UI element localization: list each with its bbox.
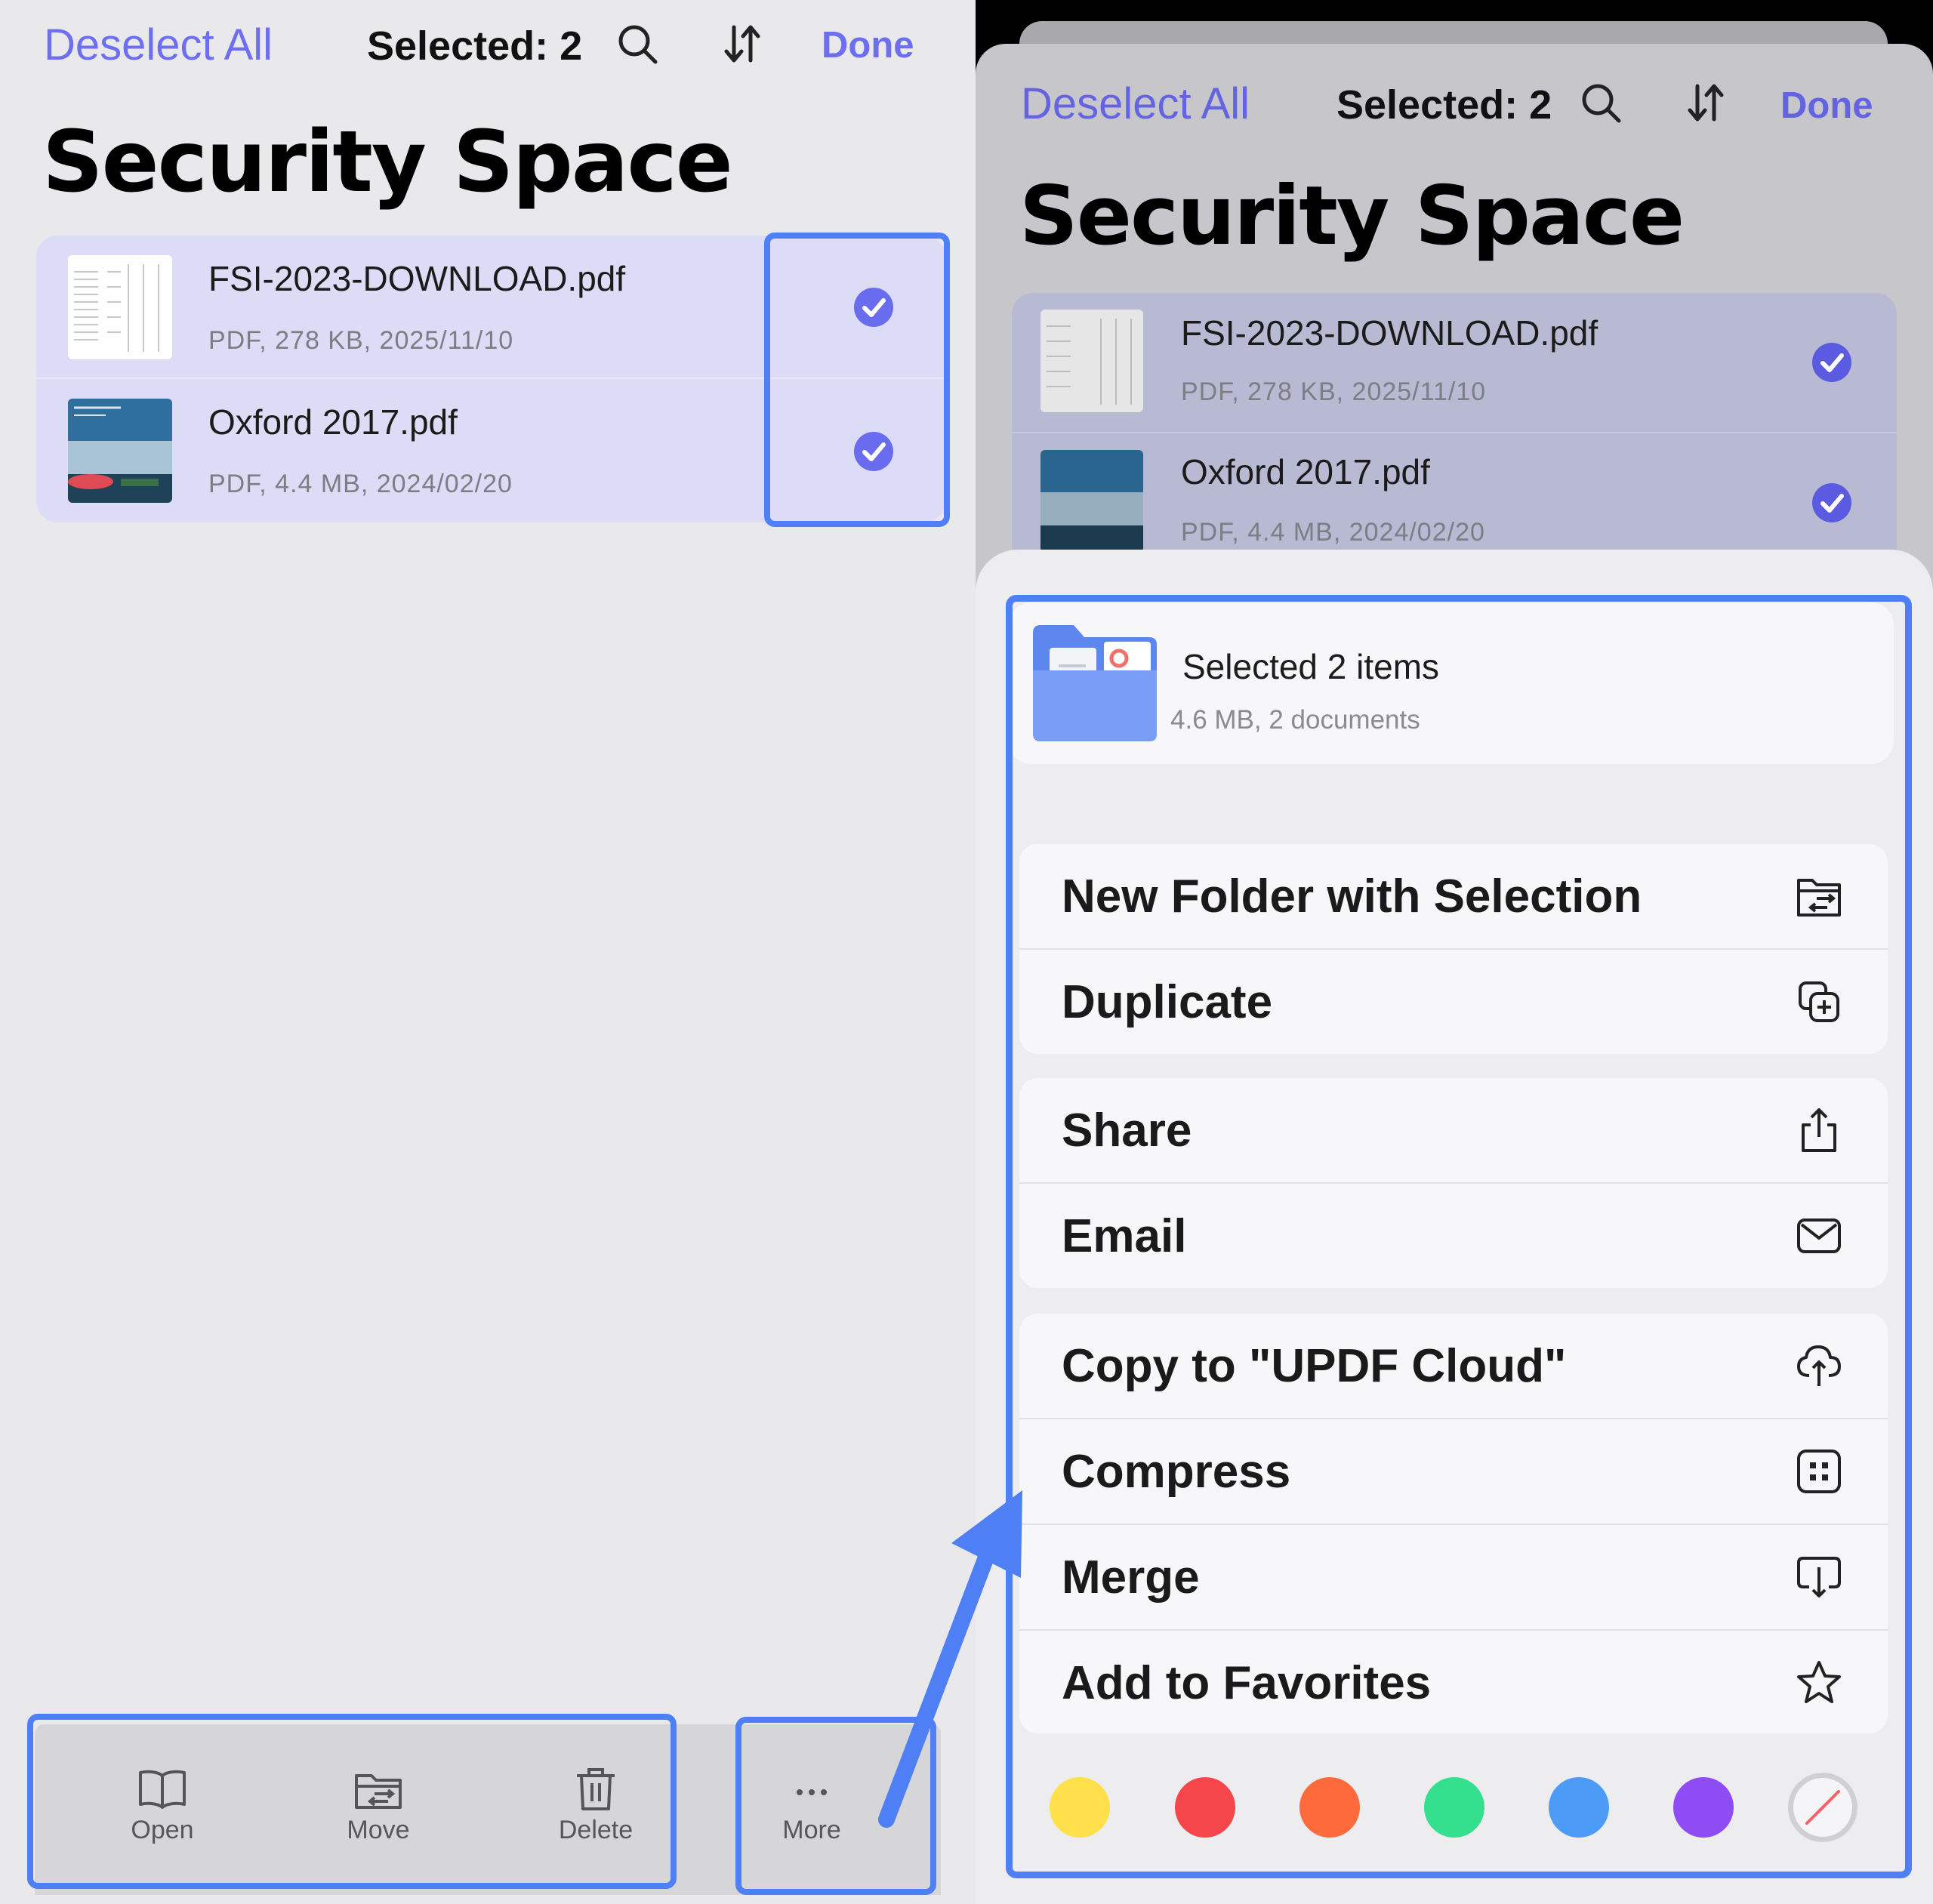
sort-icon[interactable]	[1684, 82, 1726, 124]
actions-screen: Deselect All Selected: 2 Done Security S…	[976, 0, 1933, 1904]
checkmark-icon[interactable]	[1812, 343, 1851, 382]
done-button[interactable]: Done	[822, 24, 914, 66]
list-item[interactable]: FSI-2023-DOWNLOAD.pdf PDF, 278 KB, 2025/…	[1012, 293, 1897, 433]
file-name: FSI-2023-DOWNLOAD.pdf	[1181, 313, 1599, 353]
checkbox-highlight-box	[764, 233, 950, 527]
file-thumbnail	[1040, 310, 1143, 412]
deselect-all-button[interactable]: Deselect All	[1021, 79, 1250, 129]
file-meta: PDF, 4.4 MB, 2024/02/20	[1181, 518, 1485, 547]
search-icon[interactable]	[1580, 82, 1622, 124]
file-browser-screen: Deselect All Selected: 2 Done Security S…	[0, 0, 976, 1904]
file-name: Oxford 2017.pdf	[208, 402, 458, 442]
page-title: Security Space	[42, 113, 733, 211]
file-meta: PDF, 278 KB, 2025/11/10	[1181, 377, 1487, 406]
selected-count: Selected: 2	[1336, 82, 1552, 128]
file-thumbnail	[68, 399, 172, 503]
file-thumbnail	[68, 255, 172, 359]
deselect-all-button[interactable]: Deselect All	[44, 20, 273, 70]
file-name: Oxford 2017.pdf	[1181, 452, 1430, 491]
file-meta: PDF, 278 KB, 2025/11/10	[208, 326, 514, 355]
action-sheet-highlight-box	[1006, 595, 1912, 1878]
sort-icon[interactable]	[720, 23, 763, 65]
selected-count: Selected: 2	[367, 23, 583, 69]
checkmark-icon[interactable]	[1812, 483, 1851, 522]
done-button[interactable]: Done	[1780, 85, 1873, 127]
file-thumbnail	[1040, 450, 1143, 553]
file-name: FSI-2023-DOWNLOAD.pdf	[208, 259, 626, 298]
search-icon[interactable]	[616, 23, 658, 65]
arrow-icon	[878, 1490, 1022, 1828]
file-meta: PDF, 4.4 MB, 2024/02/20	[208, 470, 513, 498]
page-title: Security Space	[1019, 169, 1685, 263]
toolbar-highlight-box	[27, 1714, 677, 1889]
